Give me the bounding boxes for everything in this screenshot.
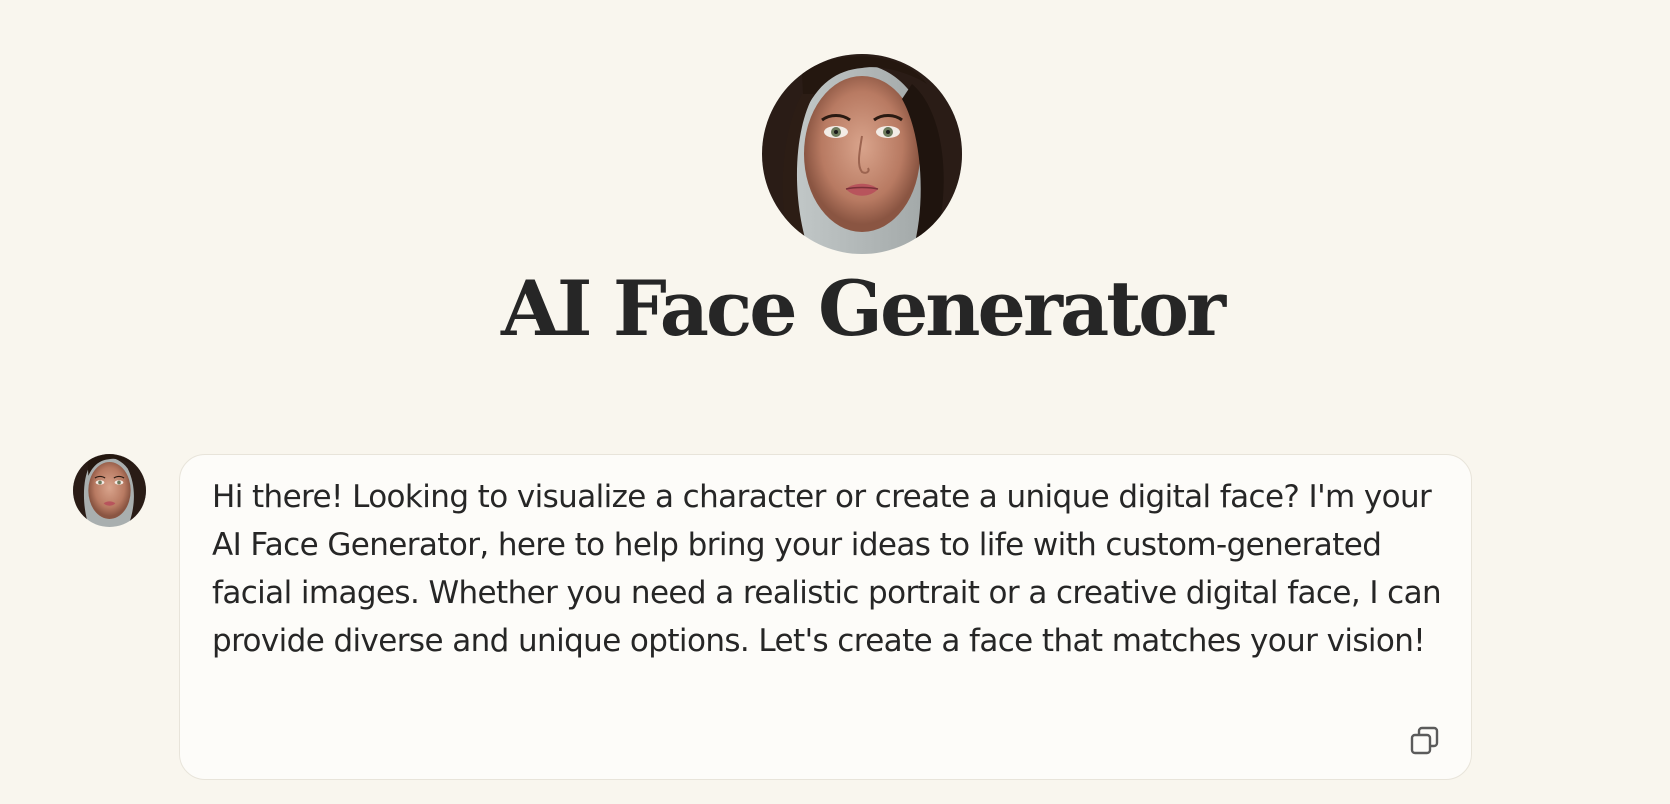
assistant-message-bubble: Hi there! Looking to visualize a charact…: [179, 454, 1472, 780]
copy-icon: [1410, 726, 1439, 755]
copy-button[interactable]: [1407, 723, 1443, 759]
portrait-avatar-icon: [762, 54, 962, 254]
page-title: AI Face Generator: [500, 264, 1226, 353]
portrait-avatar-icon: [73, 454, 146, 527]
hero-avatar: [762, 54, 962, 254]
assistant-message-text: Hi there! Looking to visualize a charact…: [212, 479, 1442, 659]
assistant-avatar: [73, 454, 146, 527]
